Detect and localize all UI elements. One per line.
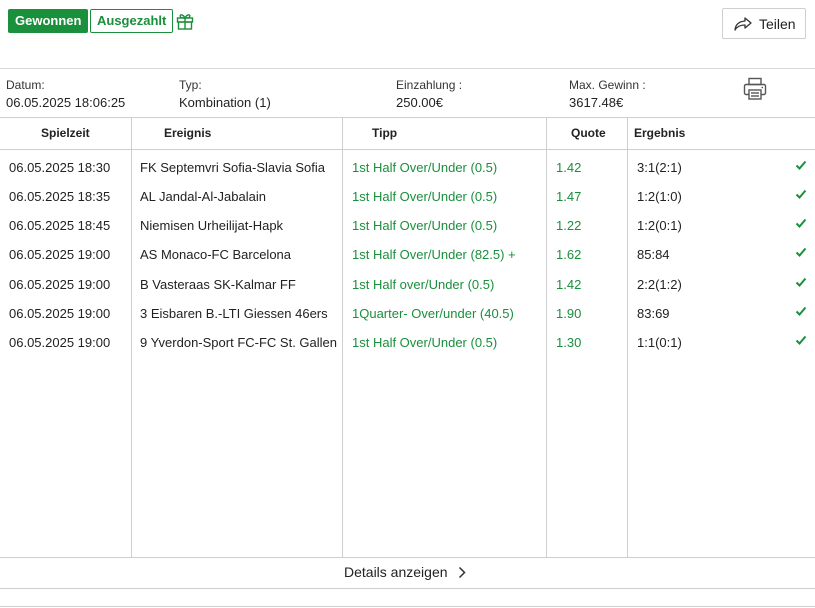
row-tip: 1st Half Over/Under (0.5) xyxy=(352,160,498,175)
row-time: 06.05.2025 19:00 xyxy=(9,247,111,262)
row-event: 3 Eisbaren B.-LTI Giessen 46ers xyxy=(140,306,328,321)
row-time: 06.05.2025 19:00 xyxy=(9,306,111,321)
row-event: B Vasteraas SK-Kalmar FF xyxy=(140,277,296,292)
bet-footer: Details anzeigen xyxy=(0,558,815,589)
row-tip: 1st Half Over/Under (0.5) xyxy=(352,189,498,204)
chevron-right-icon xyxy=(458,566,466,578)
row-tip: 1st Half over/Under (0.5) xyxy=(352,277,495,292)
check-icon xyxy=(795,277,807,287)
table-row: 06.05.2025 19:00 AS Monaco-FC Barcelona … xyxy=(0,240,815,269)
column-header-time: Spielzeit xyxy=(41,126,90,140)
table-row: 06.05.2025 19:00 3 Eisbaren B.-LTI Giess… xyxy=(0,299,815,328)
row-time: 06.05.2025 19:00 xyxy=(9,277,111,292)
row-event: 9 Yverdon-Sport FC-FC St. Gallen xyxy=(140,335,338,350)
row-result: 85:84 xyxy=(637,247,670,262)
row-time: 06.05.2025 18:35 xyxy=(9,189,111,204)
row-tip: 1st Half Over/Under (82.5) + xyxy=(352,247,516,262)
check-icon xyxy=(795,218,807,228)
column-header-result: Ergebnis xyxy=(634,126,686,140)
row-event: AS Monaco-FC Barcelona xyxy=(140,247,292,262)
details-label: Details anzeigen xyxy=(344,564,448,580)
row-result: 1:1(0:1) xyxy=(637,335,682,350)
share-arrow-icon xyxy=(734,16,752,31)
check-icon xyxy=(795,335,807,345)
table-row: 06.05.2025 18:35 AL Jandal-Al-Jabalain 1… xyxy=(0,182,815,211)
printer-icon[interactable] xyxy=(742,76,768,102)
table-row: 06.05.2025 18:30 FK Septemvri Sofia-Slav… xyxy=(0,153,815,182)
check-icon xyxy=(795,247,807,257)
column-header-tip: Tipp xyxy=(372,126,398,140)
date-value: 06.05.2025 18:06:25 xyxy=(6,95,126,110)
row-odds: 1.42 xyxy=(556,160,582,175)
check-icon xyxy=(795,160,807,170)
row-odds: 1.42 xyxy=(556,277,582,292)
check-icon xyxy=(795,189,807,199)
row-result: 2:2(1:2) xyxy=(637,277,682,292)
column-header-odds: Quote xyxy=(571,126,606,140)
table-row: 06.05.2025 19:00 9 Yverdon-Sport FC-FC S… xyxy=(0,328,815,357)
table-row: 06.05.2025 18:45 Niemisen Urheilijat-Hap… xyxy=(0,211,815,240)
bet-info: Datum: 06.05.2025 18:06:25 Typ: Kombinat… xyxy=(0,68,815,118)
share-button[interactable]: Teilen xyxy=(722,8,806,39)
check-icon xyxy=(795,306,807,316)
details-link[interactable]: Details anzeigen xyxy=(344,564,466,580)
row-odds: 1.30 xyxy=(556,335,582,350)
row-odds: 1.22 xyxy=(556,218,582,233)
row-tip: 1Quarter- Over/under (40.5) xyxy=(352,306,514,321)
row-time: 06.05.2025 18:30 xyxy=(9,160,111,175)
type-value: Kombination (1) xyxy=(179,95,271,110)
row-result: 1:2(1:0) xyxy=(637,189,682,204)
max-win-value: 3617.48€ xyxy=(569,95,624,110)
gift-icon[interactable] xyxy=(175,11,195,31)
max-win-label: Max. Gewinn : xyxy=(569,78,646,92)
stake-value: 250.00€ xyxy=(396,95,443,110)
type-label: Typ: xyxy=(179,78,202,92)
row-tip: 1st Half Over/Under (0.5) xyxy=(352,218,498,233)
date-label: Datum: xyxy=(6,78,45,92)
row-event: Niemisen Urheilijat-Hapk xyxy=(140,218,284,233)
row-odds: 1.47 xyxy=(556,189,582,204)
row-time: 06.05.2025 19:00 xyxy=(9,335,111,350)
row-result: 83:69 xyxy=(637,306,670,321)
row-time: 06.05.2025 18:45 xyxy=(9,218,111,233)
row-event: FK Septemvri Sofia-Slavia Sofia xyxy=(140,160,325,175)
status-badge-paid: Ausgezahlt xyxy=(90,9,174,33)
bet-table: Spielzeit Ereignis Tipp Quote Ergebnis 0… xyxy=(0,117,815,558)
row-result: 3:1(2:1) xyxy=(637,160,682,175)
row-tip: 1st Half Over/Under (0.5) xyxy=(352,335,498,350)
bet-header: Gewonnen Ausgezahlt Teilen xyxy=(0,0,815,68)
stake-label: Einzahlung : xyxy=(396,78,463,92)
row-result: 1:2(0:1) xyxy=(637,218,682,233)
table-row: 06.05.2025 19:00 B Vasteraas SK-Kalmar F… xyxy=(0,270,815,299)
row-event: AL Jandal-Al-Jabalain xyxy=(140,189,266,204)
column-header-event: Ereignis xyxy=(164,126,212,140)
status-badge-won: Gewonnen xyxy=(8,9,89,33)
row-odds: 1.62 xyxy=(556,247,582,262)
share-label: Teilen xyxy=(759,15,796,32)
row-odds: 1.90 xyxy=(556,306,582,321)
